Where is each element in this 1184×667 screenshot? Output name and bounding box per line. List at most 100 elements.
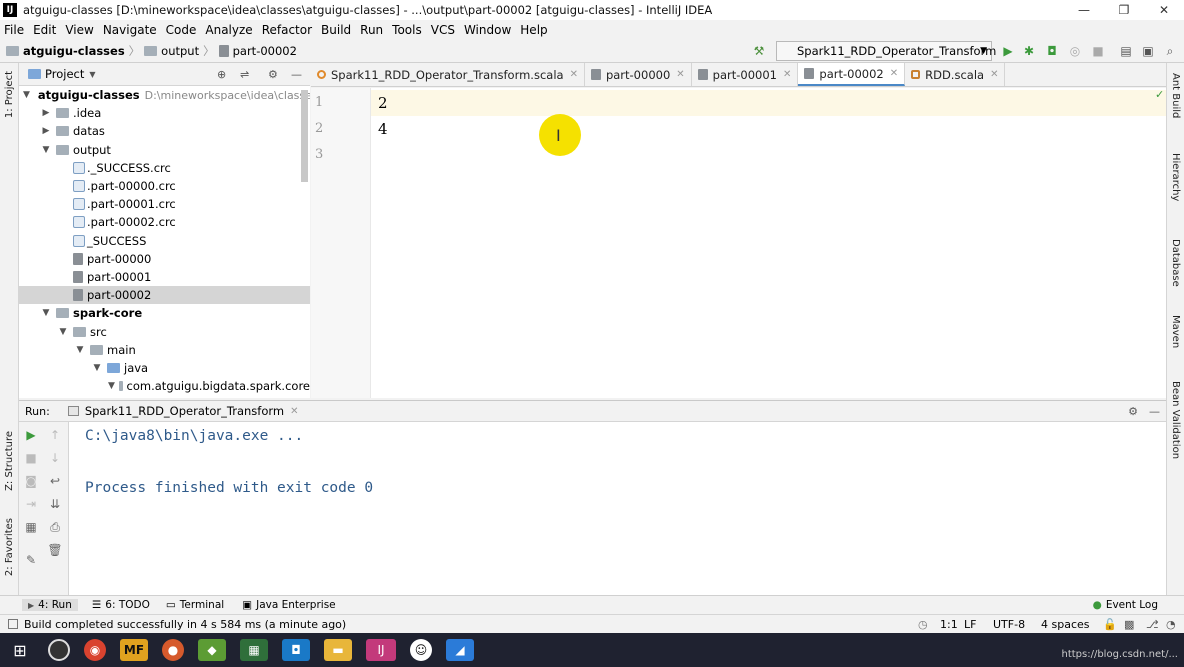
- camera-icon[interactable]: ◙: [23, 474, 39, 488]
- gear-icon[interactable]: ⚙: [1128, 405, 1138, 418]
- tree-item[interactable]: ▼ main: [19, 341, 310, 359]
- chevron-down-icon[interactable]: ▼: [74, 345, 86, 355]
- menu-file[interactable]: File: [4, 23, 24, 37]
- chevron-down-icon[interactable]: ▼: [40, 308, 52, 318]
- chrome-icon[interactable]: ◉: [84, 639, 106, 661]
- mf-app-icon[interactable]: MF: [120, 639, 148, 661]
- run-configuration-select[interactable]: Spark11_RDD_Operator_Transform ▼: [776, 41, 996, 61]
- file-encoding[interactable]: UTF-8: [993, 618, 1025, 631]
- breadcrumb-folder[interactable]: output: [161, 44, 199, 58]
- project-structure-icon[interactable]: ▤: [1119, 44, 1133, 58]
- tool-tab-java-enterprise[interactable]: ▣ Java Enterprise: [242, 599, 335, 611]
- windows-start-icon[interactable]: ⊞: [6, 639, 34, 661]
- indent-setting[interactable]: 4 spaces: [1041, 618, 1090, 631]
- code-line[interactable]: 4: [378, 120, 388, 138]
- menu-help[interactable]: Help: [520, 23, 547, 37]
- project-tree-scrollbar[interactable]: [301, 90, 308, 182]
- menu-build[interactable]: Build: [321, 23, 351, 37]
- rerun-icon[interactable]: ▶: [23, 428, 39, 442]
- tree-item[interactable]: .part-00000.crc: [19, 177, 310, 195]
- tree-item[interactable]: ._SUCCESS.crc: [19, 159, 310, 177]
- git-icon[interactable]: ⎇: [1146, 618, 1159, 631]
- toggle-layout-icon[interactable]: ▣: [1141, 44, 1155, 58]
- event-log-button[interactable]: ● Event Log: [1093, 599, 1158, 611]
- caret-position[interactable]: 1:1: [940, 618, 958, 631]
- status-toggle-icon[interactable]: [8, 619, 18, 629]
- menu-code[interactable]: Code: [166, 23, 197, 37]
- notification-icon[interactable]: ◔: [1166, 618, 1176, 631]
- tree-item[interactable]: ▼ spark-core: [19, 304, 310, 322]
- tab-spark11-scala[interactable]: Spark11_RDD_Operator_Transform.scala ✕: [311, 63, 585, 86]
- tool-tab-run[interactable]: ▶ 4: Run: [22, 599, 78, 611]
- structure-tool-button[interactable]: Z: Structure: [4, 431, 15, 491]
- menu-vcs[interactable]: VCS: [431, 23, 455, 37]
- search-icon[interactable]: ⌕: [1163, 44, 1177, 58]
- chevron-down-icon[interactable]: ▼: [91, 363, 103, 373]
- tab-part-00002[interactable]: part-00002 ✕: [798, 63, 906, 86]
- bean-validation-tool-button[interactable]: Bean Validation: [1170, 381, 1181, 459]
- chat-icon[interactable]: ☺: [410, 639, 432, 661]
- chevron-right-icon[interactable]: ▶: [40, 108, 52, 118]
- chevron-down-icon[interactable]: ▼: [23, 90, 30, 100]
- restore-button[interactable]: ❐: [1104, 0, 1144, 20]
- breadcrumb-file[interactable]: part-00002: [233, 44, 297, 58]
- close-icon[interactable]: ✕: [570, 69, 578, 80]
- tool-tab-terminal[interactable]: ▭ Terminal: [166, 599, 224, 611]
- tree-item[interactable]: ▶ datas: [19, 122, 310, 140]
- breadcrumb-project[interactable]: atguigu-classes: [23, 44, 125, 58]
- stop-icon[interactable]: ■: [1091, 44, 1105, 58]
- tree-item[interactable]: .part-00001.crc: [19, 195, 310, 213]
- intellij-idea-icon[interactable]: IJ: [366, 639, 396, 661]
- database-tool-button[interactable]: Database: [1170, 239, 1181, 287]
- trash-icon[interactable]: 🗑: [47, 543, 63, 557]
- tree-item[interactable]: ▼ output: [19, 141, 310, 159]
- recorder-icon[interactable]: ●: [162, 639, 184, 661]
- pin-icon[interactable]: ✎: [23, 553, 39, 567]
- close-icon[interactable]: ✕: [890, 68, 898, 79]
- run-icon[interactable]: ▶: [1001, 44, 1015, 58]
- vscode-icon[interactable]: ◢: [446, 639, 474, 661]
- scroll-to-end-icon[interactable]: ⇊: [47, 497, 63, 511]
- run-console[interactable]: C:\java8\bin\java.exe ... Process finish…: [69, 422, 1166, 595]
- lock-icon[interactable]: 🔓: [1103, 618, 1117, 631]
- exit-icon[interactable]: ⇥: [23, 497, 39, 511]
- tree-item[interactable]: part-00002: [19, 286, 310, 305]
- close-button[interactable]: ✕: [1144, 0, 1184, 20]
- spreadsheet-icon[interactable]: ▦: [240, 639, 268, 661]
- project-view-selector[interactable]: Project: [45, 67, 84, 81]
- menu-refactor[interactable]: Refactor: [262, 23, 312, 37]
- soft-wrap-icon[interactable]: ↩: [47, 474, 63, 488]
- chevron-right-icon[interactable]: ▶: [40, 126, 52, 136]
- tree-item[interactable]: part-00000: [19, 250, 310, 268]
- tab-part-00000[interactable]: part-00000 ✕: [585, 63, 692, 86]
- tree-item[interactable]: ▼ java: [19, 359, 310, 377]
- tree-item[interactable]: part-00001: [19, 268, 310, 286]
- code-line[interactable]: 2: [378, 94, 388, 112]
- tab-part-00001[interactable]: part-00001 ✕: [692, 63, 799, 86]
- app-icon[interactable]: ◆: [198, 639, 226, 661]
- ant-build-tool-button[interactable]: Ant Build: [1170, 73, 1181, 118]
- menu-window[interactable]: Window: [464, 23, 511, 37]
- menu-navigate[interactable]: Navigate: [103, 23, 157, 37]
- maven-tool-button[interactable]: Maven: [1170, 315, 1181, 348]
- search-icon[interactable]: [48, 639, 70, 661]
- editor-area[interactable]: [311, 88, 1166, 398]
- line-separator[interactable]: LF: [964, 618, 976, 631]
- tab-rdd-scala[interactable]: RDD.scala ✕: [905, 63, 1006, 86]
- stop-icon[interactable]: ■: [23, 451, 39, 465]
- chevron-down-icon[interactable]: ▼: [108, 381, 115, 391]
- print-icon[interactable]: ⎙: [47, 520, 63, 535]
- project-tool-button[interactable]: 1: Project: [4, 71, 15, 118]
- tree-item[interactable]: ▼ atguigu-classes D:\mineworkspace\idea\cl…: [19, 86, 310, 104]
- coverage-icon[interactable]: ◘: [1045, 44, 1059, 58]
- menu-analyze[interactable]: Analyze: [205, 23, 252, 37]
- tool-tab-todo[interactable]: ☰ 6: TODO: [92, 599, 150, 611]
- up-arrow-icon[interactable]: ↑: [47, 428, 63, 442]
- file-explorer-icon[interactable]: ▬: [324, 639, 352, 661]
- layout-icon[interactable]: ▦: [23, 520, 39, 534]
- build-hammer-icon[interactable]: ⚒: [752, 44, 766, 58]
- chevron-down-icon[interactable]: ▼: [89, 70, 95, 79]
- collapse-all-icon[interactable]: ⇌: [240, 68, 249, 81]
- menu-tools[interactable]: Tools: [392, 23, 422, 37]
- hierarchy-tool-button[interactable]: Hierarchy: [1170, 153, 1181, 201]
